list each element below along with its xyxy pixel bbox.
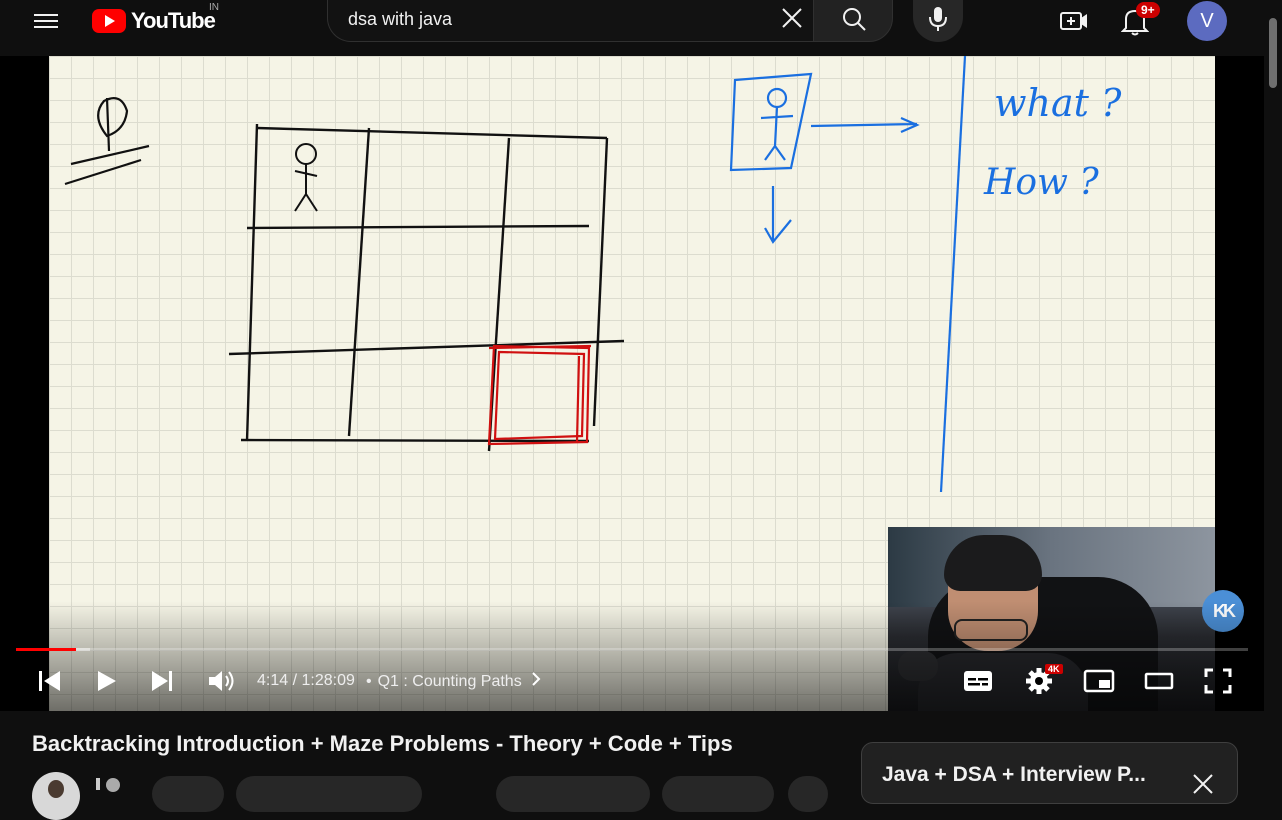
chevron-right-icon [531, 672, 541, 686]
menu-icon[interactable] [34, 10, 58, 30]
create-video-icon[interactable] [1060, 8, 1088, 34]
channel-name[interactable] [96, 778, 100, 790]
youtube-play-icon [92, 9, 126, 33]
play-icon[interactable] [94, 666, 120, 696]
volume-icon[interactable] [206, 666, 236, 696]
more-actions-button[interactable] [788, 776, 828, 812]
voice-search-button[interactable] [913, 0, 963, 42]
subscribe-button[interactable] [152, 776, 224, 812]
like-dislike-button[interactable] [496, 776, 650, 812]
page-scrollbar[interactable] [1266, 0, 1282, 789]
share-button[interactable] [662, 776, 774, 812]
previous-icon[interactable] [36, 666, 64, 696]
played-bar [16, 648, 77, 651]
target-cell [487, 344, 592, 446]
notification-count-badge: 9+ [1136, 2, 1160, 18]
seek-bar[interactable] [16, 648, 1248, 651]
join-button[interactable] [236, 776, 422, 812]
account-avatar[interactable]: V [1187, 1, 1227, 41]
masthead: YouTube IN dsa with java 9+ V [0, 0, 1282, 56]
fullscreen-icon[interactable] [1203, 666, 1233, 696]
stick-figure [294, 143, 318, 212]
playlist-title: Java + DSA + Interview P... [882, 763, 1146, 786]
pen-doodle [64, 97, 150, 186]
time-display: 4:14 / 1:28:09 [257, 672, 355, 689]
youtube-logo[interactable]: YouTube IN [92, 2, 219, 34]
clear-search-icon[interactable] [779, 5, 805, 31]
channel-avatar[interactable] [32, 772, 80, 820]
search-button[interactable] [813, 0, 893, 42]
subtitles-icon[interactable] [962, 666, 994, 696]
whiteboard-text-what: what ? [994, 81, 1122, 125]
chapter-title-button[interactable]: • Q1 : Counting Paths [366, 672, 542, 691]
next-icon[interactable] [148, 666, 176, 696]
blue-sketch [729, 56, 967, 493]
search-icon [843, 8, 866, 31]
video-player[interactable]: what ? How ? KK 4:14 / 1:28:09 •Q1 : Cou… [0, 56, 1264, 711]
region-code: IN [209, 2, 219, 13]
logo-wordmark: YouTube [131, 8, 216, 33]
miniplayer-icon[interactable] [1083, 666, 1115, 696]
whiteboard-text-how: How ? [983, 162, 1099, 203]
scrollbar-thumb[interactable] [1269, 18, 1277, 88]
search-input[interactable]: dsa with java [327, 0, 813, 42]
search-query: dsa with java [348, 9, 453, 29]
chapter-title: Q1 : Counting Paths [377, 673, 522, 690]
video-title: Backtracking Introduction + Maze Problem… [32, 731, 733, 756]
quality-badge: 4K [1045, 664, 1063, 674]
maze-grid [228, 123, 625, 452]
microphone-icon [929, 7, 947, 31]
theater-mode-icon[interactable] [1143, 666, 1175, 696]
close-icon[interactable] [1192, 773, 1214, 795]
playlist-panel[interactable]: Java + DSA + Interview P... [861, 742, 1238, 804]
verified-icon [106, 778, 120, 792]
